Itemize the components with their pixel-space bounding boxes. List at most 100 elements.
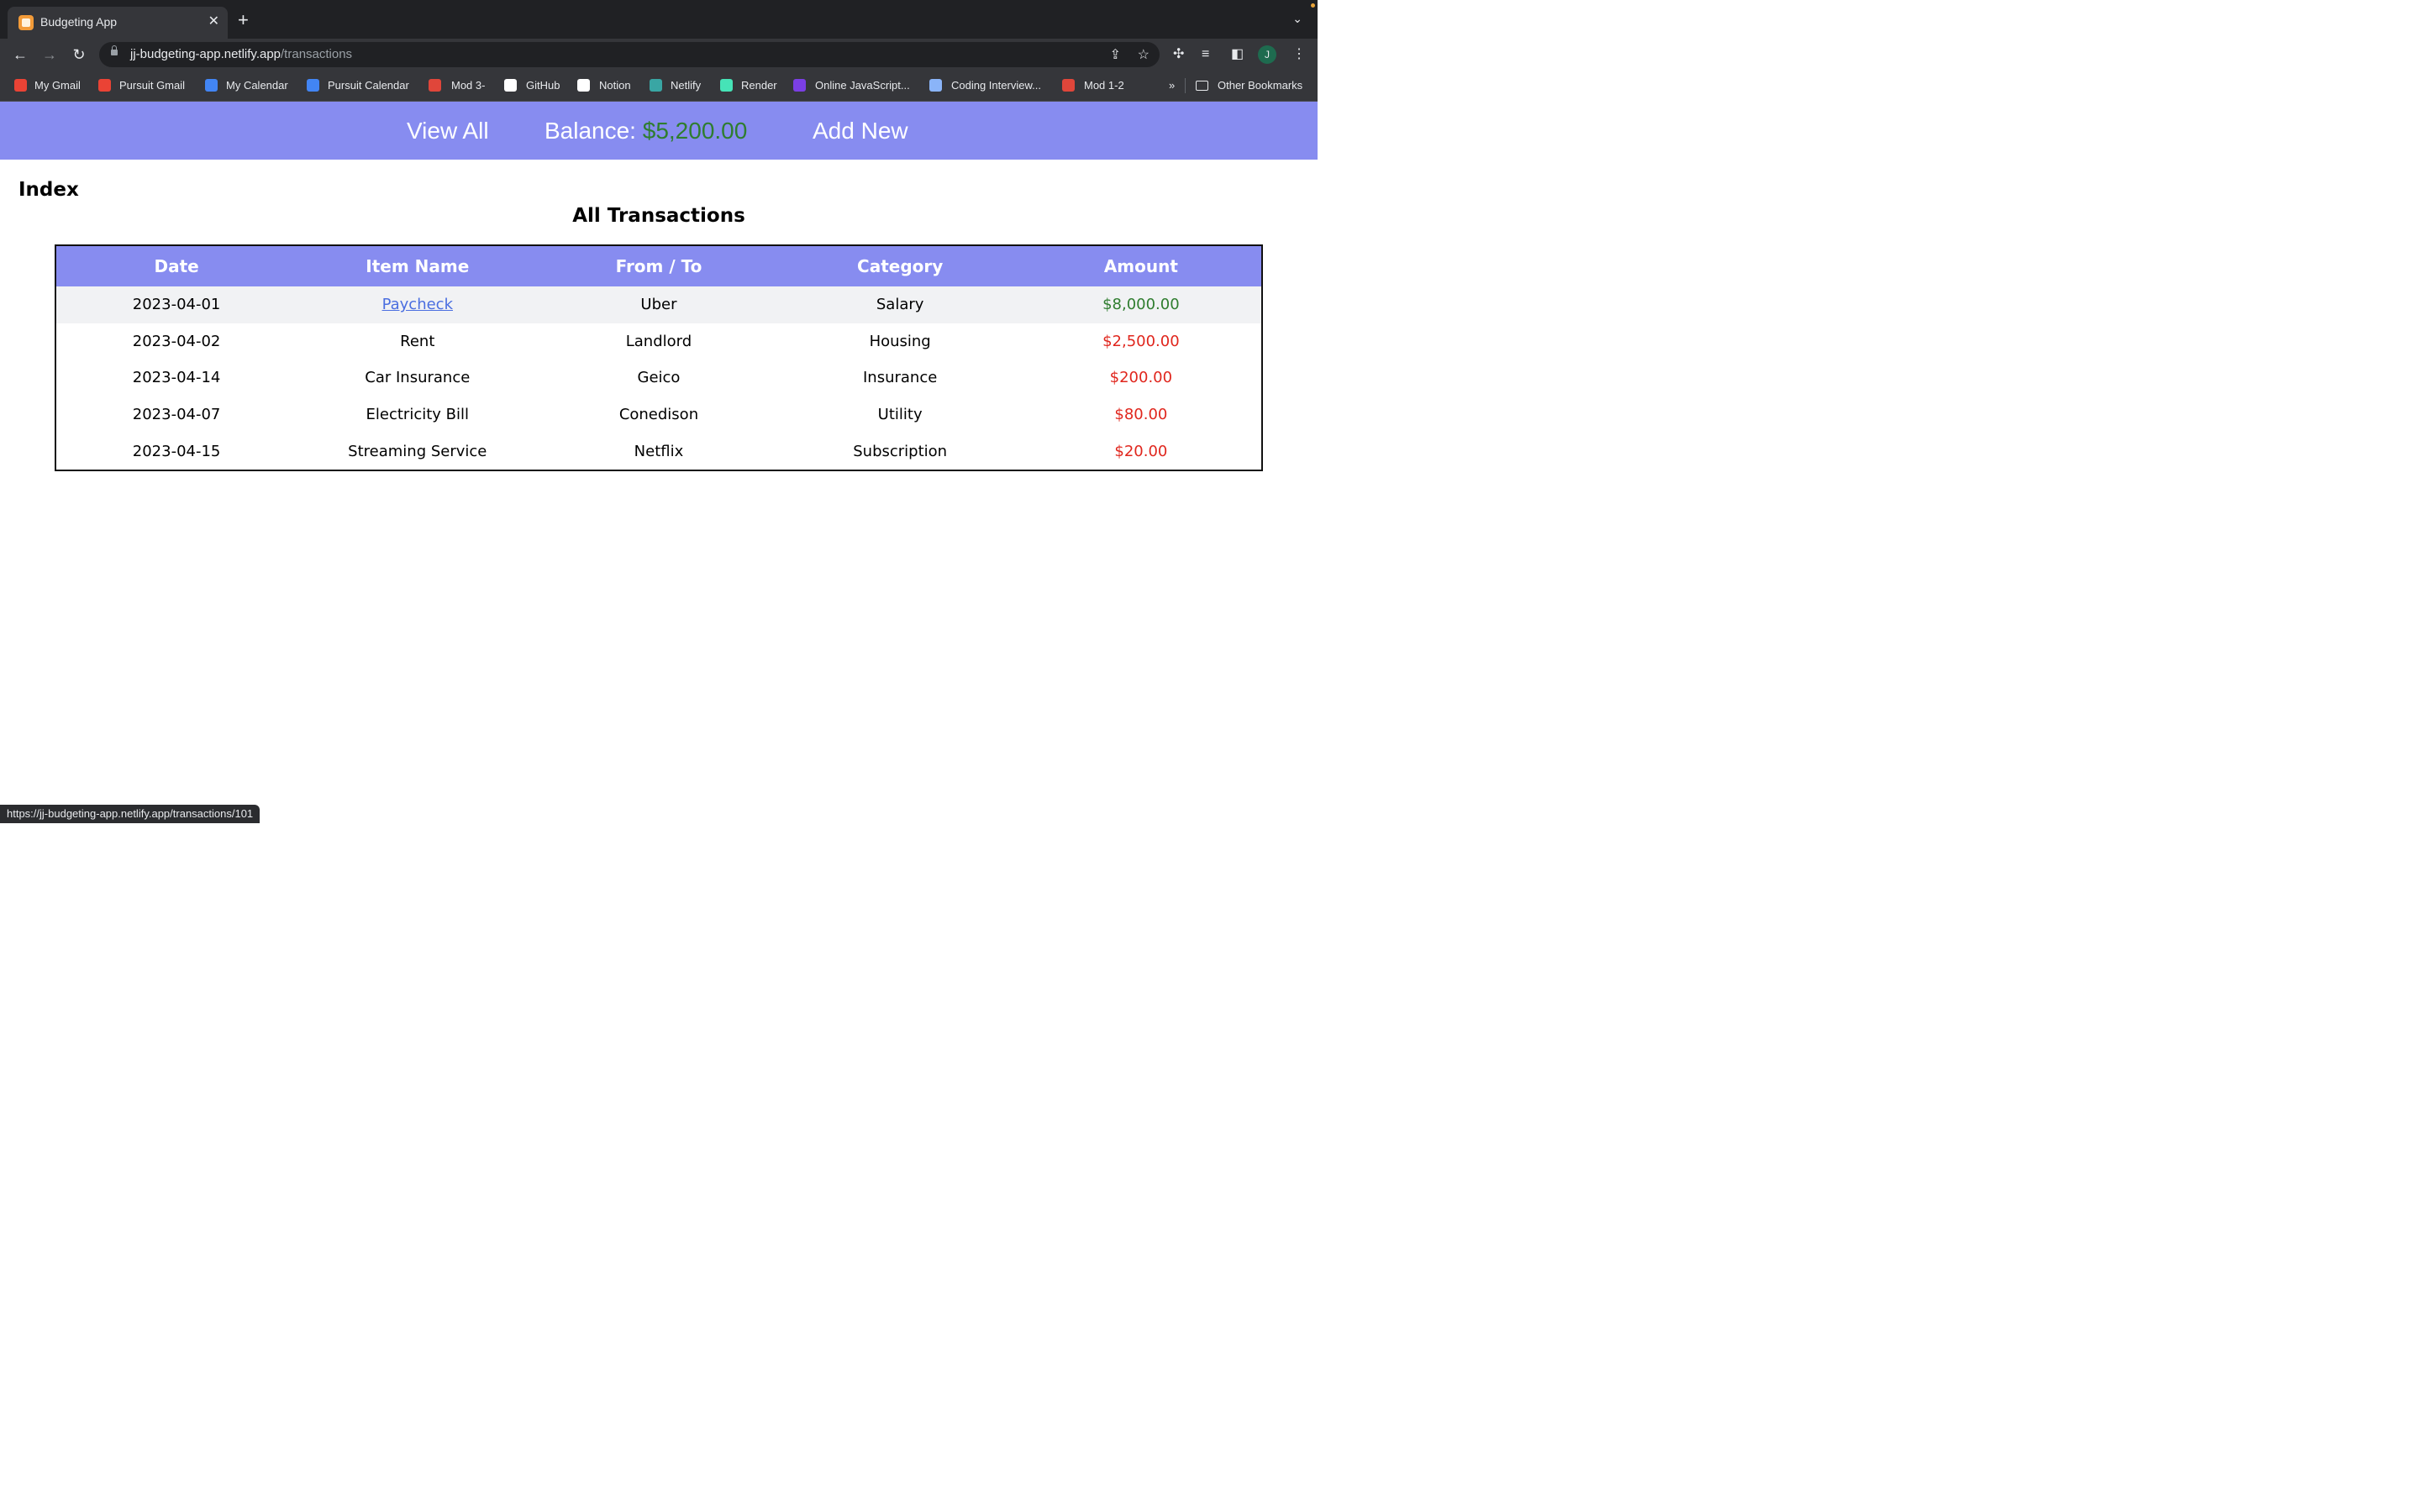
bookmark-favicon-icon <box>205 79 218 92</box>
cell-item[interactable]: Rent <box>297 323 538 360</box>
bookmark-favicon-icon <box>504 79 517 92</box>
extensions-puzzle-icon[interactable]: ✣ <box>1173 46 1184 63</box>
header-item-name: Item Name <box>297 245 539 286</box>
bookmark-item[interactable]: Mod 1-2 <box>1084 79 1124 92</box>
cell-from-to: Uber <box>538 286 780 323</box>
share-icon[interactable]: ⇪ <box>1110 46 1121 63</box>
header-date: Date <box>55 245 297 286</box>
cell-item: Paycheck <box>297 286 539 323</box>
cell-date: 2023-04-14 <box>132 369 221 387</box>
cell-item[interactable]: Car Insurance <box>297 360 538 396</box>
bookmark-item[interactable]: Netlify <box>671 79 701 92</box>
table-row: 2023-04-01 Paycheck Uber Salary $8,000.0… <box>55 286 1262 323</box>
lock-icon[interactable] <box>111 45 118 55</box>
app-navbar: View All Balance: $5,200.00 Add New <box>0 102 1318 160</box>
table-row: 2023-04-07 Electricity Bill Conedison Ut… <box>55 396 1262 433</box>
header-amount: Amount <box>1020 245 1262 286</box>
bookmark-favicon-icon <box>793 79 806 92</box>
cell-from-to: Conedison <box>618 406 699 424</box>
cell-item[interactable]: Electricity Bill <box>297 396 538 433</box>
bookmark-favicon-icon <box>98 79 111 92</box>
header-from-to: From / To <box>538 245 780 286</box>
cell-category: Housing <box>869 332 931 350</box>
bookmark-favicon-icon <box>429 79 441 92</box>
table-row: 2023-04-15 Streaming Service Netflix Sub… <box>55 433 1262 470</box>
cell-date: 2023-04-02 <box>132 332 221 350</box>
bookmark-item[interactable]: Pursuit Gmail <box>119 79 185 92</box>
table-row: 2023-04-02 Rent Landlord Housing $2,500.… <box>55 323 1262 360</box>
transactions-table: Date Item Name From / To Category Amount… <box>55 244 1263 471</box>
view-all-link[interactable]: View All <box>407 118 489 144</box>
browser-toolbar: ← → ↻ jj-budgeting-app.netlify.app/trans… <box>0 39 1318 71</box>
bookmark-favicon-icon <box>307 79 319 92</box>
balance-display: Balance: $5,200.00 <box>544 118 747 144</box>
app-favicon-icon <box>18 15 34 30</box>
bookmark-item[interactable]: Notion <box>599 79 631 92</box>
table-header-row: Date Item Name From / To Category Amount <box>55 245 1262 286</box>
transactions-title: All Transactions <box>572 205 745 227</box>
bookmark-favicon-icon <box>720 79 733 92</box>
cell-from-to: Landlord <box>625 332 692 350</box>
close-tab-icon[interactable]: ✕ <box>208 13 219 31</box>
bookmark-item[interactable]: Online JavaScript... <box>815 79 910 92</box>
bookmark-item[interactable]: Render <box>741 79 777 92</box>
media-queue-icon[interactable]: ≡ <box>1202 46 1209 63</box>
cell-category: Subscription <box>853 442 948 460</box>
url-path: /transactions <box>281 47 353 61</box>
bookmark-item[interactable]: Pursuit Calendar <box>328 79 409 92</box>
profile-avatar[interactable]: J <box>1258 45 1276 64</box>
forward-arrow-icon[interactable]: → <box>40 45 59 64</box>
cell-item[interactable]: Streaming Service <box>297 433 538 470</box>
bookmark-item[interactable]: Coding Interview... <box>951 79 1041 92</box>
item-link-paycheck[interactable]: Paycheck <box>382 296 453 313</box>
reload-icon[interactable]: ↻ <box>70 45 88 64</box>
back-arrow-icon[interactable]: ← <box>11 45 29 64</box>
bookmark-favicon-icon <box>14 79 27 92</box>
browser-tab[interactable]: Budgeting App ✕ <box>8 7 228 39</box>
balance-amount: $5,200.00 <box>642 118 748 144</box>
cell-date: 2023-04-01 <box>55 286 297 323</box>
cell-category: Insurance <box>863 369 938 387</box>
bookmark-item[interactable]: GitHub <box>526 79 560 92</box>
bookmarks-divider <box>1185 78 1186 93</box>
header-category: Category <box>779 245 1021 286</box>
index-heading: Index <box>18 179 79 201</box>
bookmark-item[interactable]: My Gmail <box>34 79 81 92</box>
bookmarks-overflow-button[interactable]: » <box>1169 79 1175 92</box>
bookmark-favicon-icon <box>929 79 942 92</box>
folder-icon <box>1196 81 1208 91</box>
cell-amount: $2,500.00 <box>1102 332 1180 350</box>
bookmark-favicon-icon <box>650 79 662 92</box>
bookmark-item[interactable]: Mod 3- <box>451 79 485 92</box>
tab-strip: Budgeting App ✕ + ⌄ <box>0 0 1318 39</box>
bookmark-item[interactable]: My Calendar <box>226 79 288 92</box>
url-text[interactable]: jj-budgeting-app.netlify.app/transaction… <box>130 47 352 61</box>
balance-label: Balance: <box>544 118 643 144</box>
bookmark-star-icon[interactable]: ☆ <box>1138 46 1150 63</box>
cell-category: Utility <box>877 406 923 424</box>
bookmark-favicon-icon <box>577 79 590 92</box>
link-status-bar: https://jj-budgeting-app.netlify.app/tra… <box>0 805 260 823</box>
side-panel-icon[interactable]: ◧ <box>1231 46 1244 63</box>
tab-title: Budgeting App <box>40 15 118 29</box>
cell-amount: $200.00 <box>1109 369 1173 387</box>
cell-date: 2023-04-07 <box>132 406 221 424</box>
table-row: 2023-04-14 Car Insurance Geico Insurance… <box>55 360 1262 396</box>
address-bar[interactable]: jj-budgeting-app.netlify.app/transaction… <box>99 42 1160 67</box>
cell-from-to: Netflix <box>634 442 684 460</box>
cell-amount: $80.00 <box>1114 406 1168 424</box>
cell-date: 2023-04-15 <box>132 442 221 460</box>
other-bookmarks[interactable]: Other Bookmarks <box>1218 79 1302 92</box>
bookmark-favicon-icon <box>1062 79 1075 92</box>
indicator-dot-icon <box>1311 3 1315 8</box>
url-host: jj-budgeting-app.netlify.app <box>130 47 281 61</box>
cell-category: Salary <box>779 286 1021 323</box>
cell-from-to: Geico <box>637 369 681 387</box>
browser-menu-icon[interactable]: ⋮ <box>1292 46 1306 63</box>
tab-search-chevron-icon[interactable]: ⌄ <box>1292 12 1302 26</box>
cell-amount: $20.00 <box>1114 442 1168 460</box>
cell-amount: $8,000.00 <box>1020 286 1262 323</box>
new-tab-button[interactable]: + <box>238 11 249 29</box>
bookmarks-bar: » Other Bookmarks My Gmail Pursuit Gmail M… <box>0 71 1318 102</box>
add-new-link[interactable]: Add New <box>813 118 908 144</box>
